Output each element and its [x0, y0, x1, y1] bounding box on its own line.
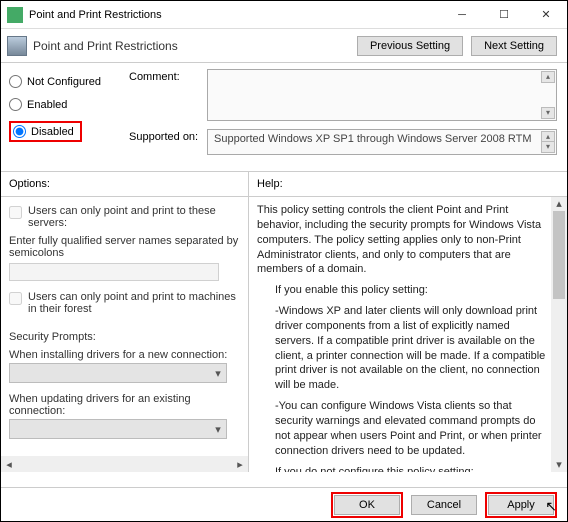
scroll-up-icon[interactable]: ▴ [551, 197, 567, 211]
servers-input[interactable] [9, 263, 219, 281]
help-vscrollbar[interactable]: ▴ ▾ [551, 197, 567, 472]
update-drivers-label: When updating drivers for an existing co… [9, 393, 240, 417]
scroll-down-icon[interactable]: ▾ [551, 458, 567, 472]
comment-label: Comment: [129, 69, 207, 121]
app-icon [7, 7, 23, 23]
window-title: Point and Print Restrictions [29, 9, 162, 21]
config-area: Not Configured Enabled Disabled Comment:… [1, 63, 567, 172]
minimize-button[interactable]: ─ [441, 1, 483, 29]
security-prompts-label: Security Prompts: [9, 331, 240, 343]
close-button[interactable]: ✕ [525, 1, 567, 29]
install-drivers-combo[interactable]: ▾ [9, 363, 227, 383]
policy-header: Point and Print Restrictions Previous Se… [1, 29, 567, 63]
scroll-down-icon[interactable]: ▾ [541, 141, 555, 153]
radio-disabled[interactable]: Disabled [13, 125, 74, 138]
scrollbar-thumb[interactable] [553, 211, 565, 299]
options-title: Options: [1, 172, 248, 196]
servers-hint: Enter fully qualified server names separ… [9, 235, 240, 259]
options-hscrollbar[interactable]: ◂ ▸ [1, 456, 248, 472]
cancel-button[interactable]: Cancel [411, 495, 477, 515]
scroll-left-icon[interactable]: ◂ [1, 456, 17, 472]
dialog-footer: OK Cancel Apply [1, 487, 567, 521]
comment-textarea[interactable]: ▴ ▾ [207, 69, 557, 121]
chevron-down-icon: ▾ [210, 364, 226, 382]
maximize-button[interactable]: ☐ [483, 1, 525, 29]
scroll-down-icon[interactable]: ▾ [541, 107, 555, 119]
apply-button[interactable]: Apply [488, 495, 554, 515]
help-title: Help: [249, 172, 567, 196]
scroll-up-icon[interactable]: ▴ [541, 71, 555, 83]
options-pane: Options: Users can only point and print … [1, 172, 249, 472]
help-text: This policy setting controls the client … [249, 196, 567, 472]
supported-label: Supported on: [129, 129, 207, 155]
previous-setting-button[interactable]: Previous Setting [357, 36, 463, 56]
update-drivers-combo[interactable]: ▾ [9, 419, 227, 439]
chk-servers-only[interactable]: Users can only point and print to these … [9, 205, 240, 229]
chk-forest-only[interactable]: Users can only point and print to machin… [9, 291, 240, 315]
help-pane: Help: This policy setting controls the c… [249, 172, 567, 472]
policy-icon [7, 36, 27, 56]
supported-on-box: Supported Windows XP SP1 through Windows… [207, 129, 557, 155]
titlebar: Point and Print Restrictions ─ ☐ ✕ [1, 1, 567, 29]
radio-not-configured[interactable]: Not Configured [9, 75, 129, 88]
next-setting-button[interactable]: Next Setting [471, 36, 557, 56]
scroll-right-icon[interactable]: ▸ [232, 456, 248, 472]
radio-enabled[interactable]: Enabled [9, 98, 129, 111]
ok-button[interactable]: OK [334, 495, 400, 515]
install-drivers-label: When installing drivers for a new connec… [9, 349, 240, 361]
policy-title: Point and Print Restrictions [33, 39, 178, 53]
chevron-down-icon: ▾ [210, 420, 226, 438]
